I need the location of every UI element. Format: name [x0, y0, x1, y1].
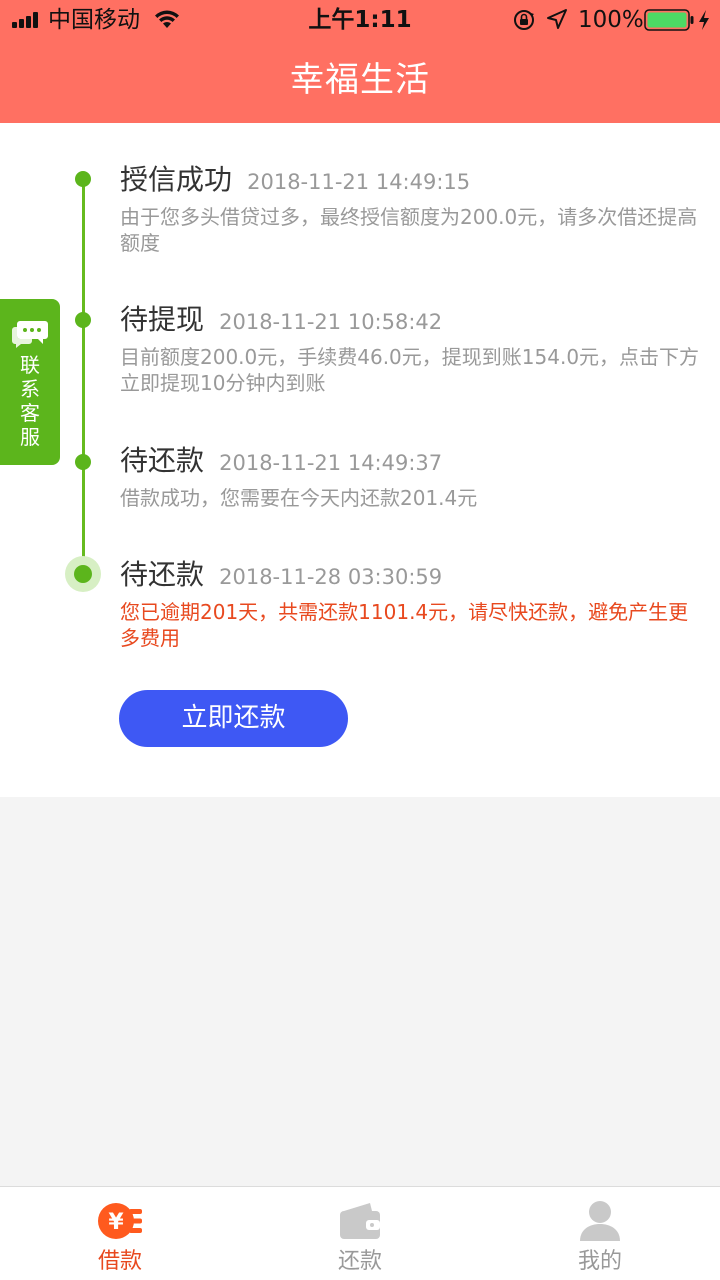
customer-service-char: 服: [20, 425, 40, 449]
step-time: 2018-11-21 14:49:37: [219, 451, 443, 475]
customer-service-char: 客: [20, 401, 40, 425]
timeline-dot: [75, 312, 91, 328]
bottom-tab-bar: ¥ 借款 还款 我的: [0, 1186, 720, 1280]
step-description: 借款成功，您需要在今天内还款201.4元: [120, 486, 478, 510]
step-time: 2018-11-21 10:58:42: [219, 310, 443, 334]
timeline-line: [82, 179, 85, 573]
customer-service-char: 系: [20, 377, 40, 401]
timeline-step: 待还款 2018-11-21 14:49:37 借款成功，您需要在今天内还款20…: [120, 441, 700, 511]
step-title: 待还款: [120, 444, 205, 477]
user-icon: [580, 1201, 620, 1241]
screen: 中国移动 上午1:11 100% 幸福生活 授信成功 2018-11-21 14…: [0, 0, 720, 1280]
overdue-warning: 您已逾期201天，共需还款1101.4元，请尽快还款，避免产生更多费用: [120, 600, 689, 650]
timeline-dot-current: [74, 565, 92, 583]
page-title: 幸福生活: [290, 60, 430, 100]
tab-loan[interactable]: ¥ 借款: [0, 1187, 240, 1280]
app-header: 中国移动 上午1:11 100% 幸福生活: [0, 0, 720, 123]
battery-icon: [644, 9, 694, 31]
step-time: 2018-11-21 14:49:15: [247, 170, 471, 194]
customer-service-label: 联 系 客 服: [0, 353, 60, 449]
tab-repay[interactable]: 还款: [240, 1187, 480, 1280]
tab-label: 还款: [337, 1249, 382, 1274]
svg-text:¥: ¥: [108, 1210, 124, 1235]
repay-now-button[interactable]: 立即还款: [119, 690, 348, 747]
timeline-dot: [75, 171, 91, 187]
timeline-step-current: 待还款 2018-11-28 03:30:59 您已逾期201天，共需还款110…: [120, 555, 700, 651]
charging-icon: [699, 10, 709, 30]
step-title: 待还款: [120, 558, 205, 591]
step-description: 目前额度200.0元，手续费46.0元，提现到账154.0元，点击下方立即提现1…: [120, 345, 700, 395]
timeline-dot: [75, 454, 91, 470]
rotation-lock-icon: [514, 10, 534, 30]
step-time: 2018-11-28 03:30:59: [219, 565, 443, 589]
tab-label: 借款: [97, 1249, 142, 1274]
wallet-icon: [340, 1203, 380, 1239]
timeline-step: 待提现 2018-11-21 10:58:42 目前额度200.0元，手续费46…: [120, 300, 700, 396]
customer-service-char: 联: [20, 353, 40, 377]
customer-service-tab[interactable]: 联 系 客 服: [0, 299, 60, 465]
location-arrow-icon: [547, 9, 567, 29]
step-title: 授信成功: [120, 163, 233, 196]
status-bar: 中国移动 上午1:11 100%: [0, 0, 720, 40]
step-title: 待提现: [120, 303, 205, 336]
chat-bubble-icon: [12, 321, 48, 348]
tab-mine[interactable]: 我的: [480, 1187, 720, 1280]
loan-status-card: 授信成功 2018-11-21 14:49:15 由于您多头借贷过多，最终授信额…: [0, 123, 720, 797]
timeline-step: 授信成功 2018-11-21 14:49:15 由于您多头借贷过多，最终授信额…: [120, 160, 700, 256]
tab-label: 我的: [577, 1249, 622, 1274]
step-description: 由于您多头借贷过多，最终授信额度为200.0元，请多次借还提高额度: [120, 205, 698, 255]
battery-percent: 100%: [578, 7, 644, 33]
yuan-coin-icon: ¥: [98, 1203, 142, 1239]
